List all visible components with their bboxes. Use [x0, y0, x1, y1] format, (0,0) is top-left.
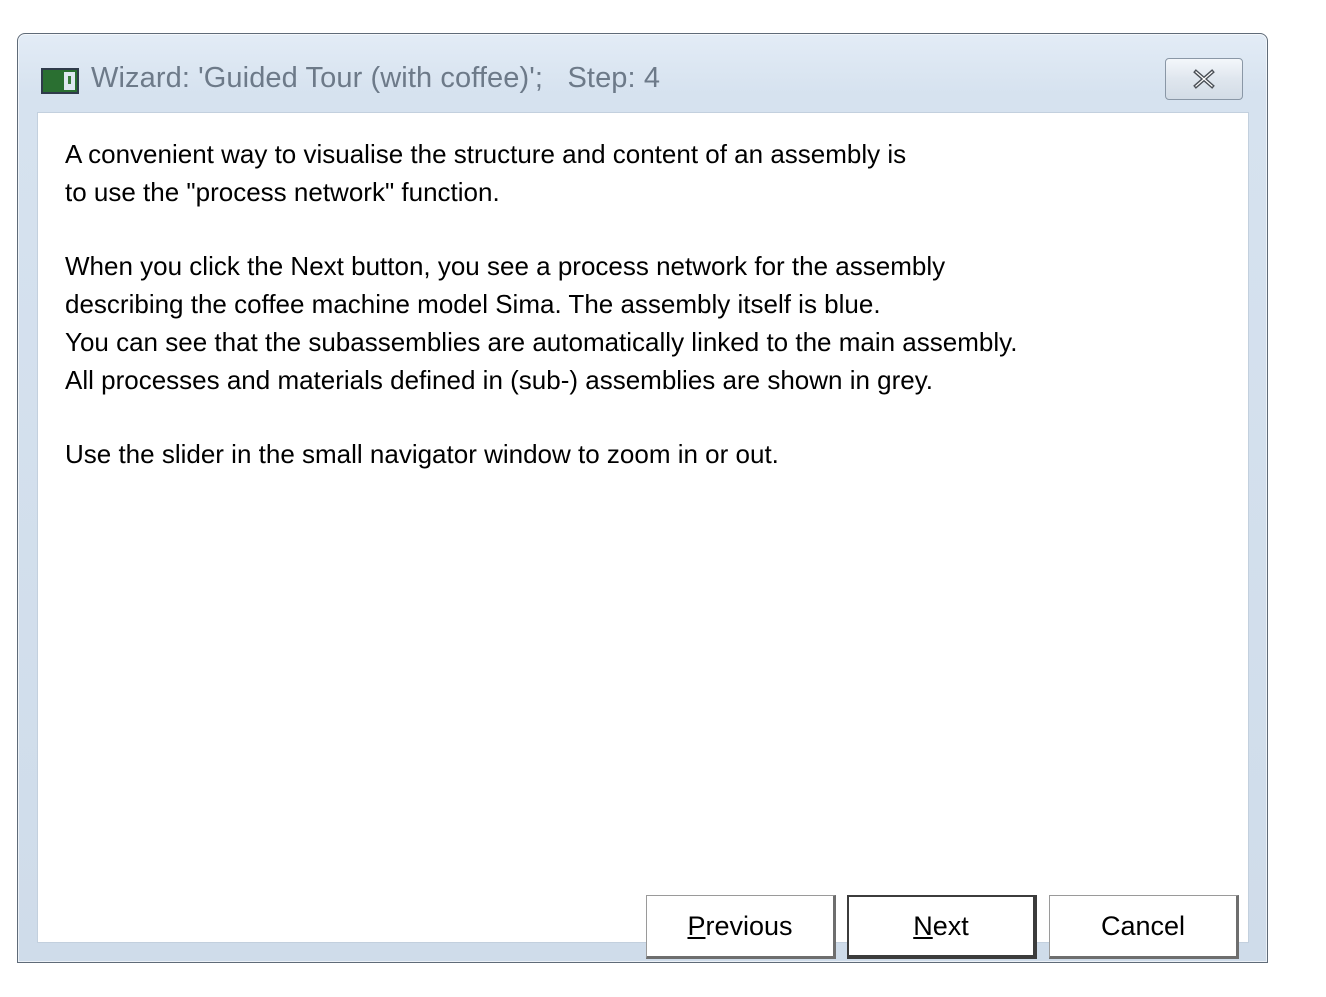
next-button[interactable]: Next	[847, 895, 1037, 959]
app-window-icon	[41, 68, 79, 94]
wizard-content-area: A convenient way to visualise the struct…	[37, 112, 1249, 959]
next-mnemonic: N	[913, 910, 933, 941]
wizard-message: A convenient way to visualise the struct…	[65, 135, 1215, 473]
next-label: ext	[932, 910, 969, 941]
cancel-button[interactable]: Cancel	[1049, 895, 1239, 959]
previous-button[interactable]: Previous	[646, 895, 836, 959]
title-bar[interactable]: Wizard: 'Guided Tour (with coffee)'; Ste…	[18, 34, 1267, 112]
message-paragraph-2: When you click the Next button, you see …	[65, 251, 1018, 395]
window-title: Wizard: 'Guided Tour (with coffee)'; Ste…	[91, 62, 661, 94]
message-paragraph-1: A convenient way to visualise the struct…	[65, 139, 907, 207]
previous-mnemonic: P	[687, 910, 706, 941]
message-paragraph-3: Use the slider in the small navigator wi…	[65, 439, 779, 469]
close-x-icon	[1193, 69, 1215, 89]
wizard-window: Wizard: 'Guided Tour (with coffee)'; Ste…	[17, 33, 1268, 963]
previous-label: revious	[705, 910, 793, 941]
cancel-label: Cancel	[1100, 910, 1186, 941]
close-button[interactable]	[1165, 58, 1243, 100]
